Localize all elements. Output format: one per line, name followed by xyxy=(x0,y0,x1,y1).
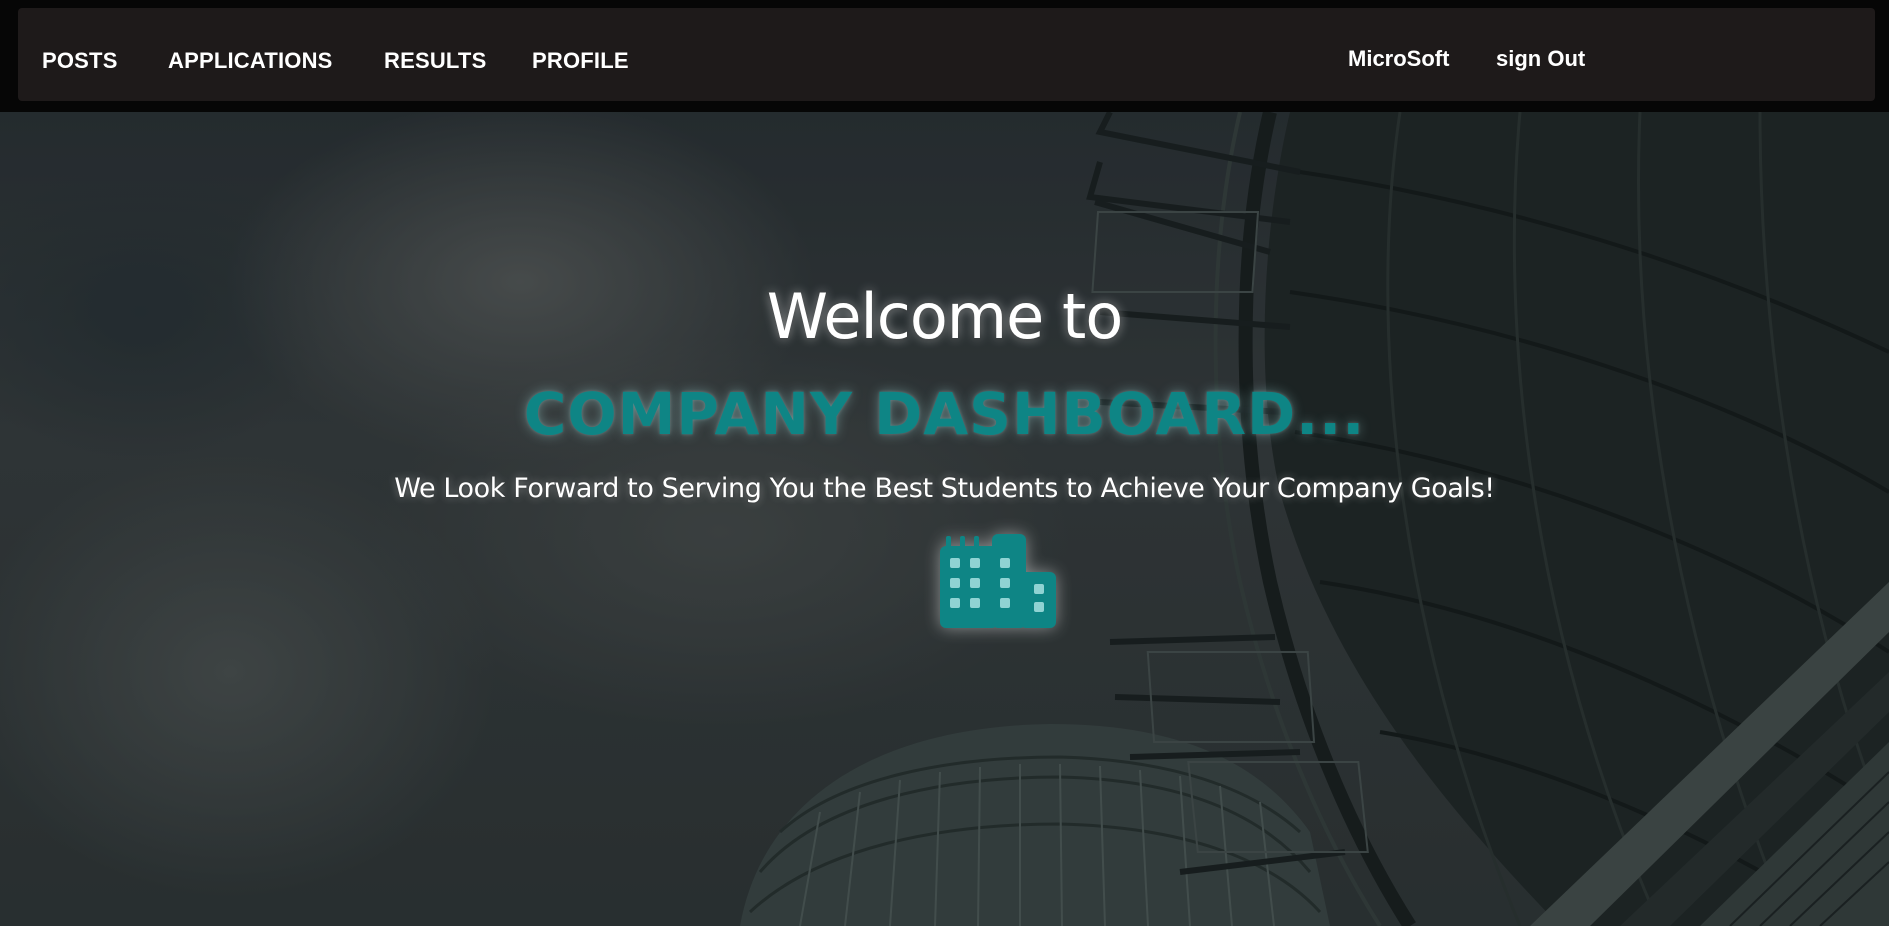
nav-link-results[interactable]: RESULTS xyxy=(384,48,486,74)
nav-link-posts[interactable]: POSTS xyxy=(42,48,118,74)
dashboard-title: COMPANY DASHBOARD... xyxy=(523,380,1366,448)
sign-out-link[interactable]: sign Out xyxy=(1496,46,1585,72)
welcome-heading: Welcome to xyxy=(766,280,1124,353)
company-name-link[interactable]: MicroSoft xyxy=(1348,46,1449,72)
top-navbar-wrapper: POSTS APPLICATIONS RESULTS PROFILE Micro… xyxy=(0,0,1889,112)
hero-background-image xyxy=(0,112,1889,926)
company-dashboard-page: POSTS APPLICATIONS RESULTS PROFILE Micro… xyxy=(0,0,1889,926)
top-navbar: POSTS APPLICATIONS RESULTS PROFILE Micro… xyxy=(18,8,1875,101)
nav-link-profile[interactable]: PROFILE xyxy=(532,48,629,74)
building-icon xyxy=(940,534,1056,628)
hero-tagline: We Look Forward to Serving You the Best … xyxy=(394,473,1495,504)
hero-overlay xyxy=(0,112,1889,926)
nav-link-applications[interactable]: APPLICATIONS xyxy=(168,48,333,74)
